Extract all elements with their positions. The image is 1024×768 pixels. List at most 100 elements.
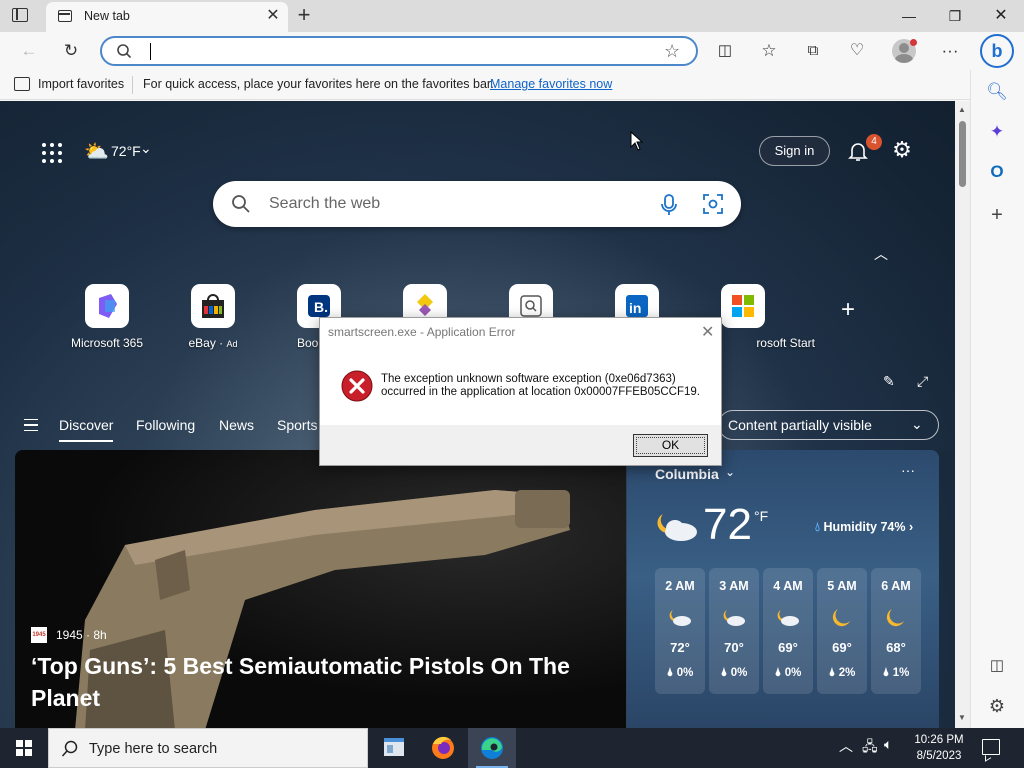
weather-card[interactable]: Columbia ⌄ ··· 72 °F 💧︎ Humidity 74% › 2… [627,450,939,728]
search-icon[interactable]: 🔍︎ [985,80,1009,104]
address-caret [150,43,151,60]
tab-actions-icon[interactable] [12,8,28,22]
add-sidebar-app-icon[interactable]: + [985,203,1009,227]
hour-temp: 69° [778,640,798,655]
ebay-bag-icon [191,284,235,328]
quick-link-label: eBay · Ad [188,336,238,350]
tab-following[interactable]: Following [136,417,195,433]
scroll-down-arrow-icon[interactable]: ▼ [958,713,966,722]
copilot-icon[interactable]: ✦ [985,120,1009,144]
close-window-button[interactable]: ✕ [978,0,1024,32]
taskbar-clock[interactable]: 10:26 PM 8/5/2023 [905,732,973,764]
application-error-dialog: smartscreen.exe - Application Error ✕ Th… [319,317,722,466]
hero-headline[interactable]: ‘Top Guns’: 5 Best Semiautomatic Pistols… [31,650,611,714]
hour-temp: 69° [832,640,852,655]
weather-temp: 72°F [111,143,141,159]
collapse-chevron-up-icon[interactable]: ︿ [874,244,888,264]
restore-button[interactable]: ❐ [932,0,978,32]
quick-link-ebay[interactable]: eBay · Ad [153,284,273,354]
web-search-box[interactable]: Search the web [213,181,741,227]
chevron-down-icon[interactable]: ⌄ [725,465,735,479]
tab-news[interactable]: News [219,417,254,433]
hour-precip: 🌢︎ 0% [720,667,748,679]
address-bar[interactable]: ☆ [100,36,698,66]
bing-copilot-icon[interactable]: b [980,34,1014,68]
window-app-icon [384,738,404,756]
hide-sidebar-icon[interactable]: ◫ [985,654,1009,678]
collections-icon[interactable]: ⧉ [800,38,826,64]
dialog-footer: OK [320,425,721,465]
taskbar-search-placeholder: Type here to search [89,741,218,757]
favorites-message: For quick access, place your favorites h… [143,77,494,91]
minimize-button[interactable]: — [886,0,932,32]
favorite-star-icon[interactable]: ☆ [664,41,680,62]
tab-sports[interactable]: Sports [277,417,317,433]
windows-taskbar: Type here to search ︿ 🖧︎ 🔈︎ 10:26 PM 8/5… [0,728,1024,768]
windows-start-icon[interactable] [0,728,48,768]
expand-icon[interactable]: ⤢ [917,373,928,390]
dialog-message: The exception unknown software exception… [381,373,700,399]
browser-toolbar: ← ↻ ☆ ◫ ☆ ⧉ ♡ ··· b [0,32,1024,70]
hour-precip: 🌢︎ 2% [828,667,856,679]
hour-time: 4 AM [773,579,803,593]
visual-search-icon[interactable] [703,194,723,214]
browser-essentials-icon[interactable]: ♡ [844,38,870,64]
notification-center-icon[interactable] [982,739,1000,755]
sign-in-button[interactable]: Sign in [759,136,830,166]
taskbar-app-firefox[interactable] [419,728,467,768]
clock-time: 10:26 PM [914,734,964,746]
tab-new-tab[interactable]: New tab ✕ [46,2,288,32]
import-favorites-icon[interactable] [14,77,30,91]
favorites-icon[interactable]: ☆ [756,38,782,64]
tab-strip: New tab ✕ + — ❐ ✕ [0,0,1024,32]
clear-night-moon-icon [832,609,850,627]
dialog-close-icon[interactable]: ✕ [701,322,714,342]
app-launcher-icon[interactable] [42,143,62,163]
back-button[interactable]: ← [16,38,42,64]
error-icon [341,370,373,402]
outlook-icon[interactable]: O [985,160,1009,184]
taskbar-app-file-explorer[interactable] [370,728,418,768]
partly-cloudy-night-icon [657,514,697,541]
network-icon[interactable]: 🖧︎ [862,736,878,760]
page-settings-icon[interactable]: ⚙ [890,138,914,162]
hourly-forecast: 5 AM 69° 🌢︎ 2% [817,568,867,694]
edit-layout-icon[interactable]: ✎ [883,373,895,390]
sidebar-settings-icon[interactable]: ⚙ [985,694,1009,718]
svg-text:in: in [629,300,641,316]
temperature-unit: °F [754,508,769,524]
split-screen-icon[interactable]: ◫ [712,38,738,64]
refresh-button[interactable]: ↻ [58,38,84,64]
quick-link-microsoft-365[interactable]: Microsoft 365 [47,284,167,354]
hamburger-menu-icon[interactable] [24,419,38,431]
page-scrollbar[interactable]: ▲ ▼ [955,101,970,728]
source-logo: 1945 [31,627,47,643]
close-tab-icon[interactable]: ✕ [264,6,282,26]
new-tab-button[interactable]: + [292,3,316,27]
web-search-placeholder: Search the web [269,195,381,212]
microphone-icon[interactable] [659,194,679,216]
svg-text:B.: B. [314,299,328,315]
hour-temp: 70° [724,640,744,655]
dialog-message-line-2: occurred in the application at location … [381,386,700,398]
scrollbar-thumb[interactable] [959,121,966,187]
ok-button[interactable]: OK [633,434,708,457]
hero-news-card[interactable]: 1945 1945 · 8h ‘Top Guns’: 5 Best Semiau… [15,450,626,728]
search-icon [232,195,250,213]
more-menu-icon[interactable]: ··· [937,38,963,64]
scroll-up-arrow-icon[interactable]: ▲ [958,105,966,114]
mouse-cursor-icon [630,131,644,151]
import-favorites-button[interactable]: Import favorites [38,77,124,91]
add-quick-link-icon[interactable]: + [836,296,860,324]
content-visibility-dropdown[interactable]: Content partially visible ⌄ [718,410,939,440]
weather-location[interactable]: Columbia [655,466,719,482]
manage-favorites-link[interactable]: Manage favorites now [490,77,612,91]
taskbar-search-box[interactable]: Type here to search [48,728,368,768]
more-options-icon[interactable]: ··· [901,462,915,478]
microsoft-logo-icon [721,284,765,328]
tab-discover[interactable]: Discover [59,417,114,442]
volume-icon[interactable]: 🔈︎ [884,736,892,753]
taskbar-app-edge[interactable] [468,728,516,768]
edge-sidebar: 🔍︎ ✦ O + ◫ ⚙ [970,70,1024,728]
show-hidden-icons-chevron[interactable]: ︿ [839,736,853,756]
